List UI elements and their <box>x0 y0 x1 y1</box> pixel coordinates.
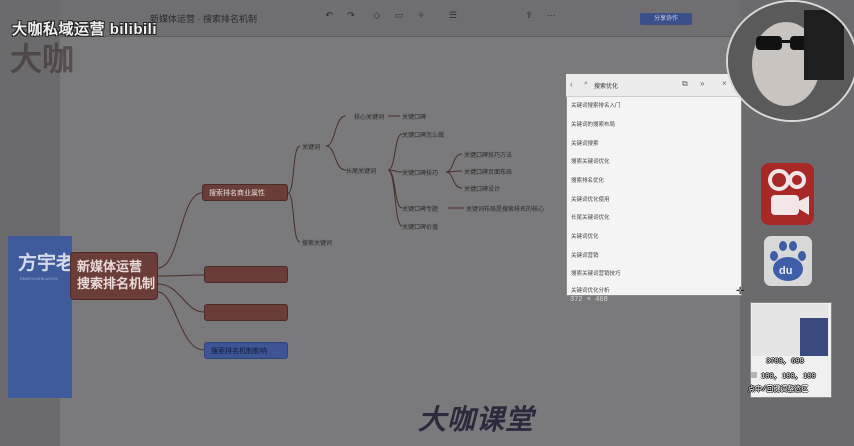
kuaishou-app-icon[interactable] <box>761 163 814 225</box>
mindmap-node-l1[interactable]: 搜索排名商业属性 <box>202 184 288 201</box>
suggestion-item[interactable]: 搜索关键词营销技巧 <box>571 269 621 277</box>
close-icon[interactable]: × <box>722 79 727 88</box>
mindmap-node-l5[interactable]: 关键词布局是搜索排名的核心 <box>466 204 544 213</box>
mindmap-node-l4[interactable]: 关键口碑技巧 <box>402 168 438 177</box>
panel-header <box>566 74 740 97</box>
magnifier-sample <box>800 318 828 356</box>
magnifier-hint: 点中/回键调整选区 <box>748 386 809 394</box>
split-view-icon[interactable]: ⧉ <box>682 79 688 89</box>
baidu-app-icon[interactable]: du <box>764 236 812 286</box>
suggestion-item[interactable]: 搜索排名优化 <box>571 176 604 184</box>
back-arrow-icon[interactable]: ‹ <box>570 80 573 89</box>
search-input[interactable]: 搜索优化 <box>594 81 618 90</box>
suggestion-item[interactable]: 长尾关键词优化 <box>571 213 610 221</box>
mindmap-node-l2[interactable]: 关键词 <box>302 142 320 151</box>
suggestion-item[interactable]: 关键词优化 <box>571 232 599 240</box>
search-icon: ⌕ <box>584 80 588 87</box>
svg-text:du: du <box>779 265 792 277</box>
mindmap-node-l4[interactable]: 关键口碑 <box>402 112 426 121</box>
mindmap-node-l1[interactable] <box>204 304 288 321</box>
mindmap-node-l1[interactable]: 搜索排名机制影响 <box>204 342 288 359</box>
mindmap-node-l3[interactable]: 核心关键词 <box>354 112 384 121</box>
mindmap-node-l5[interactable]: 关键口碑页面布局 <box>464 167 512 176</box>
suggestion-item[interactable]: 关键词优化分析 <box>571 286 610 294</box>
rgb-swatch-icon <box>751 372 757 378</box>
presenter-avatar <box>728 2 854 120</box>
mindmap-node-l3[interactable]: 长尾关键词 <box>346 166 376 175</box>
selection-size-label: 372 × 468 <box>570 296 608 304</box>
mindmap-node-l2[interactable]: 搜索关键词 <box>302 238 332 247</box>
suggestion-item[interactable]: 关键词搜索 <box>571 139 599 147</box>
crosshair-cursor-icon: ✛ <box>736 286 745 297</box>
mindmap-node-l4[interactable]: 关键口碑专题 <box>402 204 438 213</box>
suggestion-item[interactable]: 关键词搜索排名入门 <box>571 101 621 109</box>
suggestion-item[interactable]: 关键词的搜索布局 <box>571 120 615 128</box>
mindmap-node-l5[interactable]: 关键口碑设计 <box>464 184 500 193</box>
webcam-overlay <box>726 0 854 122</box>
suggestion-item[interactable]: 关键词优化使用 <box>571 195 610 203</box>
forward-icon[interactable]: » <box>700 79 704 88</box>
cursor-coordinates: 3789, 698 <box>766 358 804 366</box>
suggestion-item[interactable]: 关键词营销 <box>571 251 599 259</box>
rgb-readout: 180, 180, 180 <box>751 372 816 381</box>
mindmap-root[interactable]: 新媒体运营 搜索排名机制 <box>70 252 158 300</box>
mindmap-node-l4[interactable]: 关键口碑价值 <box>402 222 438 231</box>
mindmap-node-l5[interactable]: 关键口碑技巧方法 <box>464 150 512 159</box>
suggestion-item[interactable]: 搜索关键词优化 <box>571 157 610 165</box>
mindmap-node-l4[interactable]: 关键口碑怎么做 <box>402 130 444 139</box>
mindmap-node-l1[interactable] <box>204 266 288 283</box>
